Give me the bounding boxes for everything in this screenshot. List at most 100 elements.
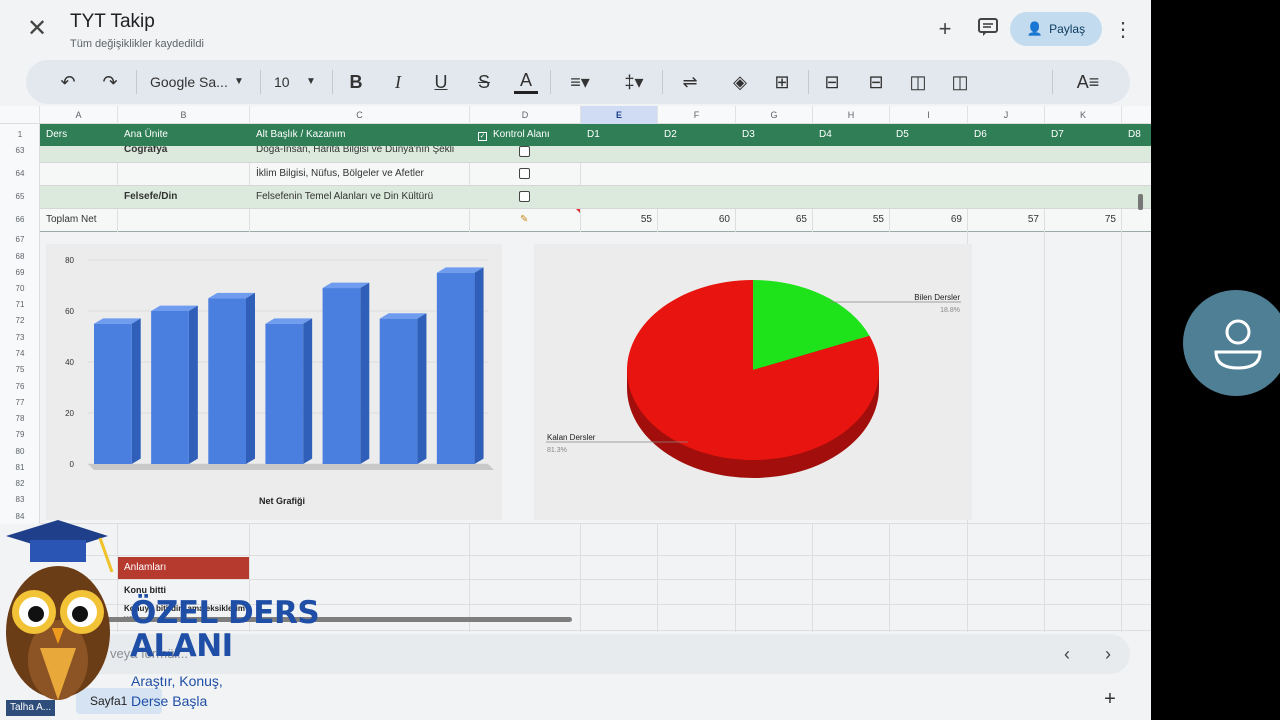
legend-item[interactable]: Konu bitti [118,585,166,595]
cell-total-label[interactable]: Toplam Net [40,214,97,225]
column-header[interactable]: G [736,106,813,124]
column-header[interactable]: A [40,106,118,124]
vertical-align-icon[interactable]: ‡▾ [618,70,650,94]
row-number[interactable]: 71 [0,300,40,309]
column-header-selected[interactable]: E [581,106,658,124]
add-sheet-icon[interactable]: + [1098,688,1122,711]
add-icon[interactable]: + [932,16,958,42]
more-options-icon[interactable]: ⋮ [1113,17,1133,42]
row-number[interactable]: 77 [0,398,40,407]
header-ders[interactable]: Ders [40,124,67,146]
row-number[interactable]: 83 [0,495,40,504]
column-header[interactable]: F [658,106,736,124]
header-d7[interactable]: D7 [1045,124,1064,146]
bar-D1[interactable] [94,318,141,464]
bar-D3[interactable] [208,292,255,464]
participant-avatar[interactable] [1183,290,1280,396]
row-number[interactable]: 70 [0,284,40,293]
column-header[interactable]: B [118,106,250,124]
text-color-icon[interactable]: A [514,70,538,94]
bar-chart[interactable]: 0 20 40 60 80 Net Grafiği [46,244,502,520]
column-header[interactable]: H [813,106,890,124]
row-number[interactable]: 82 [0,479,40,488]
bar-D5[interactable] [322,282,370,464]
cell-total-value[interactable]: 65 [736,214,813,225]
cell-total-value[interactable]: 69 [890,214,968,225]
column-header[interactable]: J [968,106,1045,124]
document-title[interactable]: TYT Takip [70,11,155,33]
cell-total-value[interactable]: 75 [1045,214,1122,225]
row-number[interactable]: 67 [0,235,40,244]
row-number[interactable]: 79 [0,430,40,439]
cell-total-value[interactable]: 55 [813,214,890,225]
row-number[interactable]: 78 [0,414,40,423]
cell-alt-baslik[interactable]: Doğa-İnsan, Harita Bilgisi ve Dünya'nın … [250,146,454,155]
fill-color-icon[interactable]: ◈ [728,70,752,94]
cell-alt-baslik[interactable]: Felsefenin Temel Alanları ve Din Kültürü [250,191,433,202]
wrap-text-icon[interactable]: ⇌ [678,70,702,94]
cell-ana-unite[interactable]: Felsefe/Din [118,191,177,202]
underline-icon[interactable]: U [429,70,453,94]
cell-total-value[interactable]: 57 [968,214,1045,225]
insert-column-right-icon[interactable]: ◫ [948,70,972,94]
column-header[interactable]: C [250,106,470,124]
insert-column-left-icon[interactable]: ◫ [906,70,930,94]
row-number[interactable]: 72 [0,316,40,325]
row-number[interactable]: 69 [0,268,40,277]
header-d4[interactable]: D4 [813,124,832,146]
column-header[interactable]: I [890,106,968,124]
pie-chart[interactable]: Bilen Dersler 18.8% Kalan Dersler 81.3% [534,244,972,520]
row-number[interactable]: 63 [0,146,40,155]
bar-D7[interactable] [436,267,484,464]
column-header[interactable]: K [1045,106,1122,124]
row-number[interactable]: 75 [0,365,40,374]
bar-D6[interactable] [379,313,427,464]
header-ana-unite[interactable]: Ana Ünite [118,124,168,146]
align-icon[interactable]: ≡▾ [564,70,596,94]
bar-D4[interactable] [265,318,313,464]
header-alt-baslik[interactable]: Alt Başlık / Kazanım [250,124,345,146]
comment-icon[interactable] [975,16,1001,42]
text-format-icon[interactable]: A≡ [1076,70,1100,94]
chevron-left-icon[interactable]: ‹ [1055,642,1079,666]
cell-alt-baslik[interactable]: İklim Bilgisi, Nüfus, Bölgeler ve Afetle… [250,168,424,179]
header-d2[interactable]: D2 [658,124,677,146]
row-number[interactable]: 76 [0,382,40,391]
row-number[interactable]: 73 [0,333,40,342]
header-d5[interactable]: D5 [890,124,909,146]
row-number[interactable]: 65 [0,192,40,201]
row-number[interactable]: 80 [0,447,40,456]
strikethrough-icon[interactable]: S [472,70,496,94]
bold-icon[interactable]: B [344,70,368,94]
select-all-corner[interactable] [0,106,40,124]
legend-title[interactable]: Anlamları [118,557,249,579]
undo-icon[interactable]: ↶ [56,70,80,94]
close-icon[interactable]: ✕ [24,16,50,42]
cell-ana-unite[interactable]: Coğrafya [118,146,167,155]
row-number[interactable]: 1 [0,130,40,139]
row-number[interactable]: 64 [0,169,40,178]
bar-D2[interactable] [151,305,198,464]
chevron-right-icon[interactable]: › [1096,642,1120,666]
cell-total-value[interactable]: 55 [581,214,658,225]
header-d1[interactable]: D1 [581,124,600,146]
header-kontrol[interactable]: ✓ Kontrol Alanı [472,124,550,146]
row-number[interactable]: 81 [0,463,40,472]
row-number[interactable]: 74 [0,349,40,358]
share-button[interactable]: 👤 Paylaş [1010,12,1102,46]
row-checkbox[interactable] [519,191,530,202]
row-number[interactable]: 68 [0,252,40,261]
redo-icon[interactable]: ↷ [98,70,122,94]
cell-total-value[interactable]: 60 [658,214,736,225]
row-checkbox[interactable] [519,146,530,157]
insert-row-above-icon[interactable]: ⊟ [820,70,844,94]
row-number[interactable]: 66 [0,215,40,224]
borders-icon[interactable]: ⊞ [770,70,794,94]
header-d6[interactable]: D6 [968,124,987,146]
header-d3[interactable]: D3 [736,124,755,146]
header-d8[interactable]: D8 [1122,124,1141,146]
column-header[interactable]: D [470,106,581,124]
italic-icon[interactable]: I [386,70,410,94]
row-checkbox[interactable] [519,168,530,179]
insert-row-below-icon[interactable]: ⊟ [864,70,888,94]
